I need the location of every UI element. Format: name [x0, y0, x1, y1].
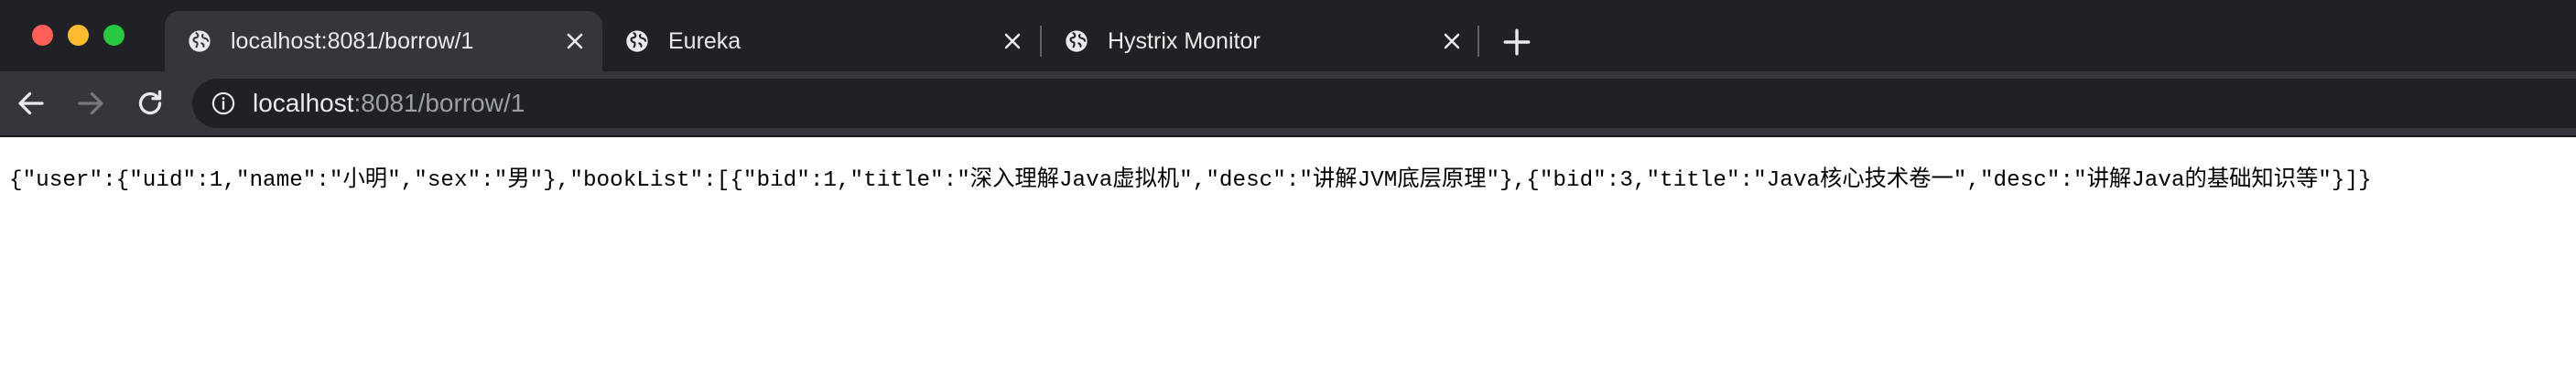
window-close-button[interactable]	[32, 25, 53, 46]
tab-title: Hystrix Monitor	[1108, 28, 1261, 54]
close-icon[interactable]	[1000, 28, 1025, 54]
reload-icon[interactable]	[134, 87, 167, 120]
browser-window: localhost:8081/borrow/1 Eureka Hystrix M	[0, 0, 2576, 386]
globe-icon	[189, 30, 211, 52]
info-icon[interactable]	[211, 91, 236, 116]
page-content: {"user":{"uid":1,"name":"小明","sex":"男"},…	[0, 137, 2576, 386]
tab-strip: localhost:8081/borrow/1 Eureka Hystrix M	[0, 0, 2576, 71]
json-response: {"user":{"uid":1,"name":"小明","sex":"男"},…	[9, 168, 2372, 193]
tab-eureka[interactable]: Eureka	[602, 11, 1040, 71]
window-maximize-button[interactable]	[103, 25, 124, 46]
globe-icon	[1066, 30, 1088, 52]
url-host: localhost	[253, 89, 354, 117]
close-icon[interactable]	[1439, 28, 1465, 54]
plus-icon[interactable]	[1501, 27, 1532, 58]
arrow-left-icon[interactable]	[15, 87, 48, 120]
url-text[interactable]: localhost:8081/borrow/1	[253, 89, 525, 118]
tab-divider	[1477, 26, 1479, 57]
close-icon[interactable]	[562, 28, 588, 54]
window-minimize-button[interactable]	[68, 25, 89, 46]
tab-hystrix-monitor[interactable]: Hystrix Monitor	[1042, 11, 1479, 71]
browser-toolbar: localhost:8081/borrow/1	[0, 71, 2576, 135]
globe-icon	[626, 30, 648, 52]
tab-title: Eureka	[668, 28, 741, 54]
tab-title: localhost:8081/borrow/1	[231, 28, 474, 54]
arrow-right-icon[interactable]	[74, 87, 107, 120]
address-bar[interactable]: localhost:8081/borrow/1	[192, 79, 2576, 128]
tab-borrow[interactable]: localhost:8081/borrow/1	[165, 11, 602, 71]
url-path: :8081/borrow/1	[353, 89, 525, 117]
